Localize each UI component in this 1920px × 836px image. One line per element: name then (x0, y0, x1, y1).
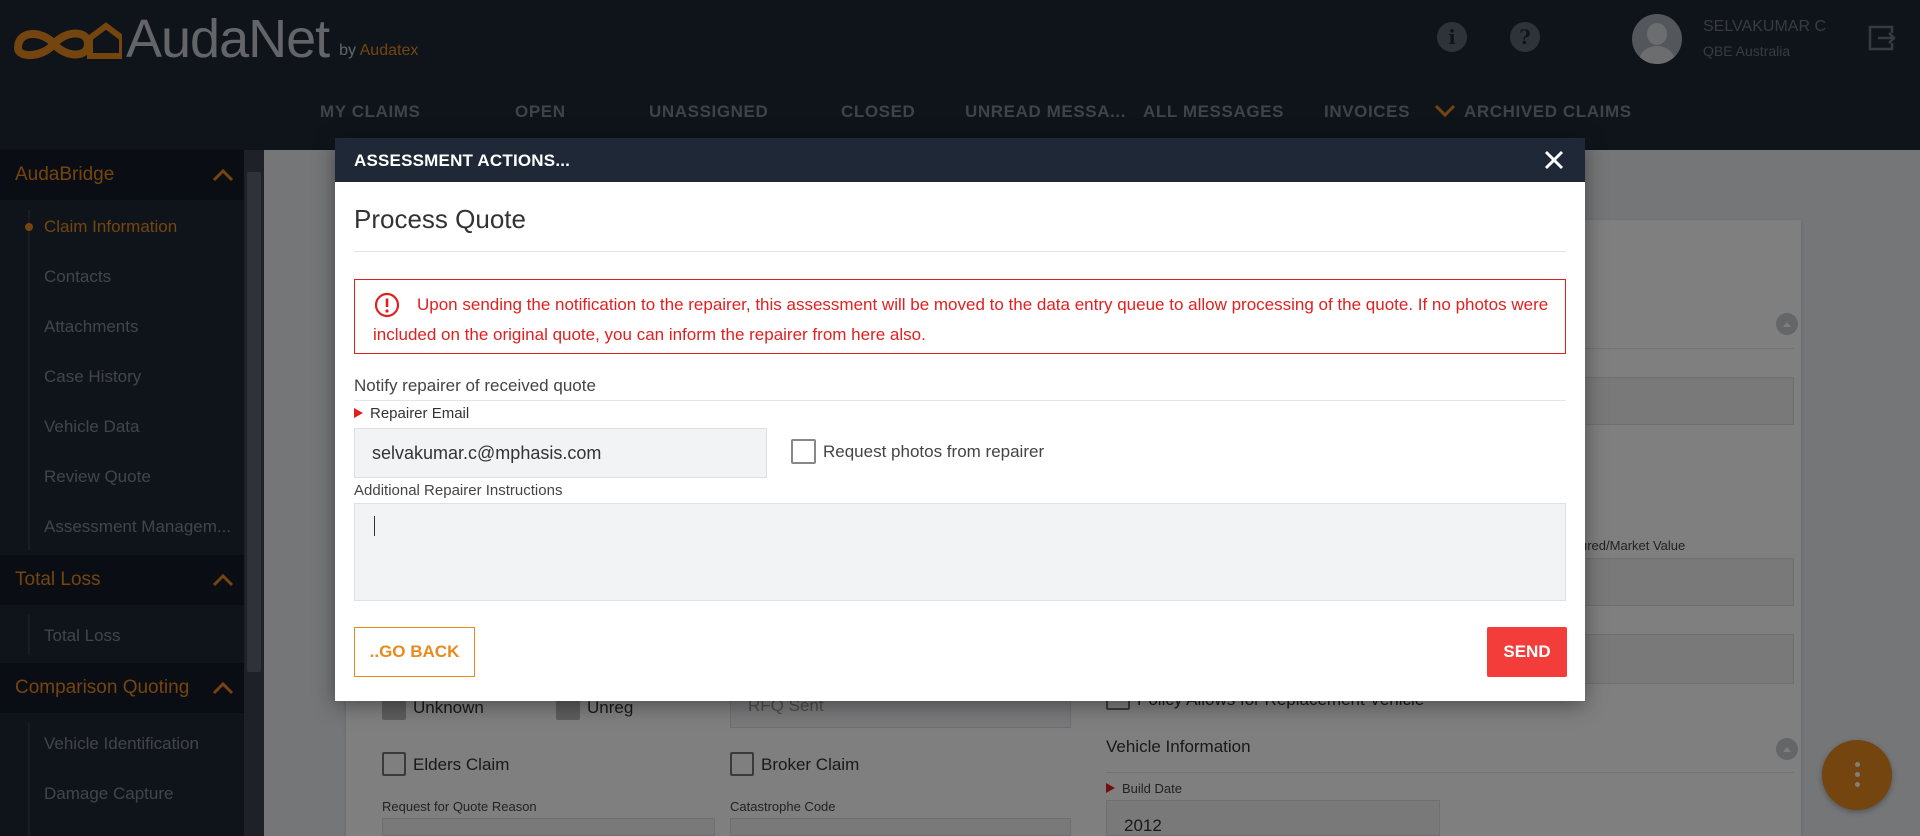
send-button[interactable]: SEND (1487, 627, 1567, 677)
process-quote-heading: Process Quote (354, 204, 526, 234)
modal-title: ASSESSMENT ACTIONS... (354, 151, 571, 170)
request-photos-label[interactable]: Request photos from repairer (823, 442, 1044, 462)
divider (354, 400, 1566, 401)
repairer-email-label: Repairer Email (354, 405, 469, 422)
assessment-actions-modal: ASSESSMENT ACTIONS... Process Quote Upon… (335, 138, 1585, 701)
text-caret (374, 516, 375, 536)
notify-repairer-label: Notify repairer of received quote (354, 376, 596, 395)
modal-header: ASSESSMENT ACTIONS... (335, 138, 1585, 182)
repairer-email-input[interactable] (354, 428, 767, 478)
go-back-button[interactable]: ..GO BACK (354, 627, 475, 677)
divider (354, 251, 1566, 252)
additional-instructions-label: Additional Repairer Instructions (354, 482, 563, 499)
warning-alert: Upon sending the notification to the rep… (354, 279, 1566, 354)
request-photos-checkbox[interactable] (791, 439, 816, 464)
alert-text: Upon sending the notification to the rep… (373, 295, 1549, 344)
additional-instructions-textarea[interactable] (354, 503, 1566, 601)
repairer-email-label-text: Repairer Email (370, 405, 470, 422)
close-icon[interactable] (1541, 147, 1567, 173)
required-marker-icon (354, 408, 363, 418)
